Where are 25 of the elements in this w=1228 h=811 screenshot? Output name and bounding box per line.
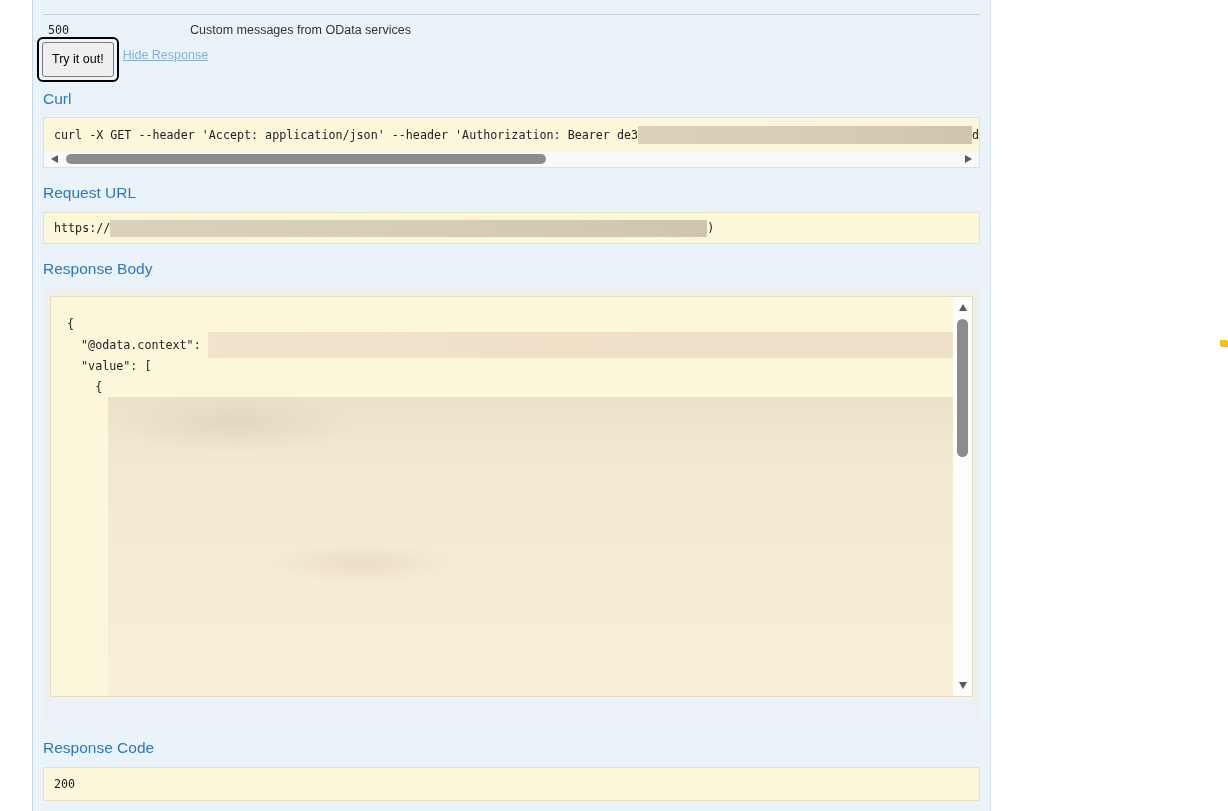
- marker-icon: [1220, 340, 1227, 346]
- scrollbar-thumb[interactable]: [66, 154, 546, 164]
- request-url-text: https://: [54, 221, 111, 235]
- status-message: Custom messages from OData services: [190, 23, 411, 37]
- scrollbar-thumb[interactable]: [957, 319, 968, 457]
- section-heading: Response Code: [43, 739, 155, 757]
- curl-command-text: curl -X GET --header 'Accept: application/json' --header 'Authorization: Bearer de3: [54, 127, 639, 142]
- section-heading: Curl: [43, 90, 72, 108]
- json-line: {: [67, 316, 75, 331]
- json-line: "value": [: [80, 358, 152, 373]
- vertical-scrollbar[interactable]: [953, 297, 972, 696]
- section-heading: Request URL: [43, 184, 137, 202]
- json-line: "@odata.context":: [80, 337, 202, 352]
- curl-command-text: d: [972, 127, 979, 142]
- status-code: 500: [48, 23, 71, 37]
- scroll-down-icon[interactable]: [958, 682, 967, 689]
- horizontal-scrollbar[interactable]: [44, 151, 979, 167]
- request-url-text: ): [707, 221, 715, 235]
- try-it-out-button[interactable]: Try it out!: [37, 37, 119, 82]
- scroll-up-icon[interactable]: [958, 304, 967, 311]
- scroll-left-icon[interactable]: [51, 155, 58, 163]
- scroll-right-icon[interactable]: [965, 155, 972, 163]
- response-code-text: 200: [54, 777, 76, 791]
- section-heading: Response Body: [43, 260, 153, 278]
- json-line: {: [94, 379, 103, 394]
